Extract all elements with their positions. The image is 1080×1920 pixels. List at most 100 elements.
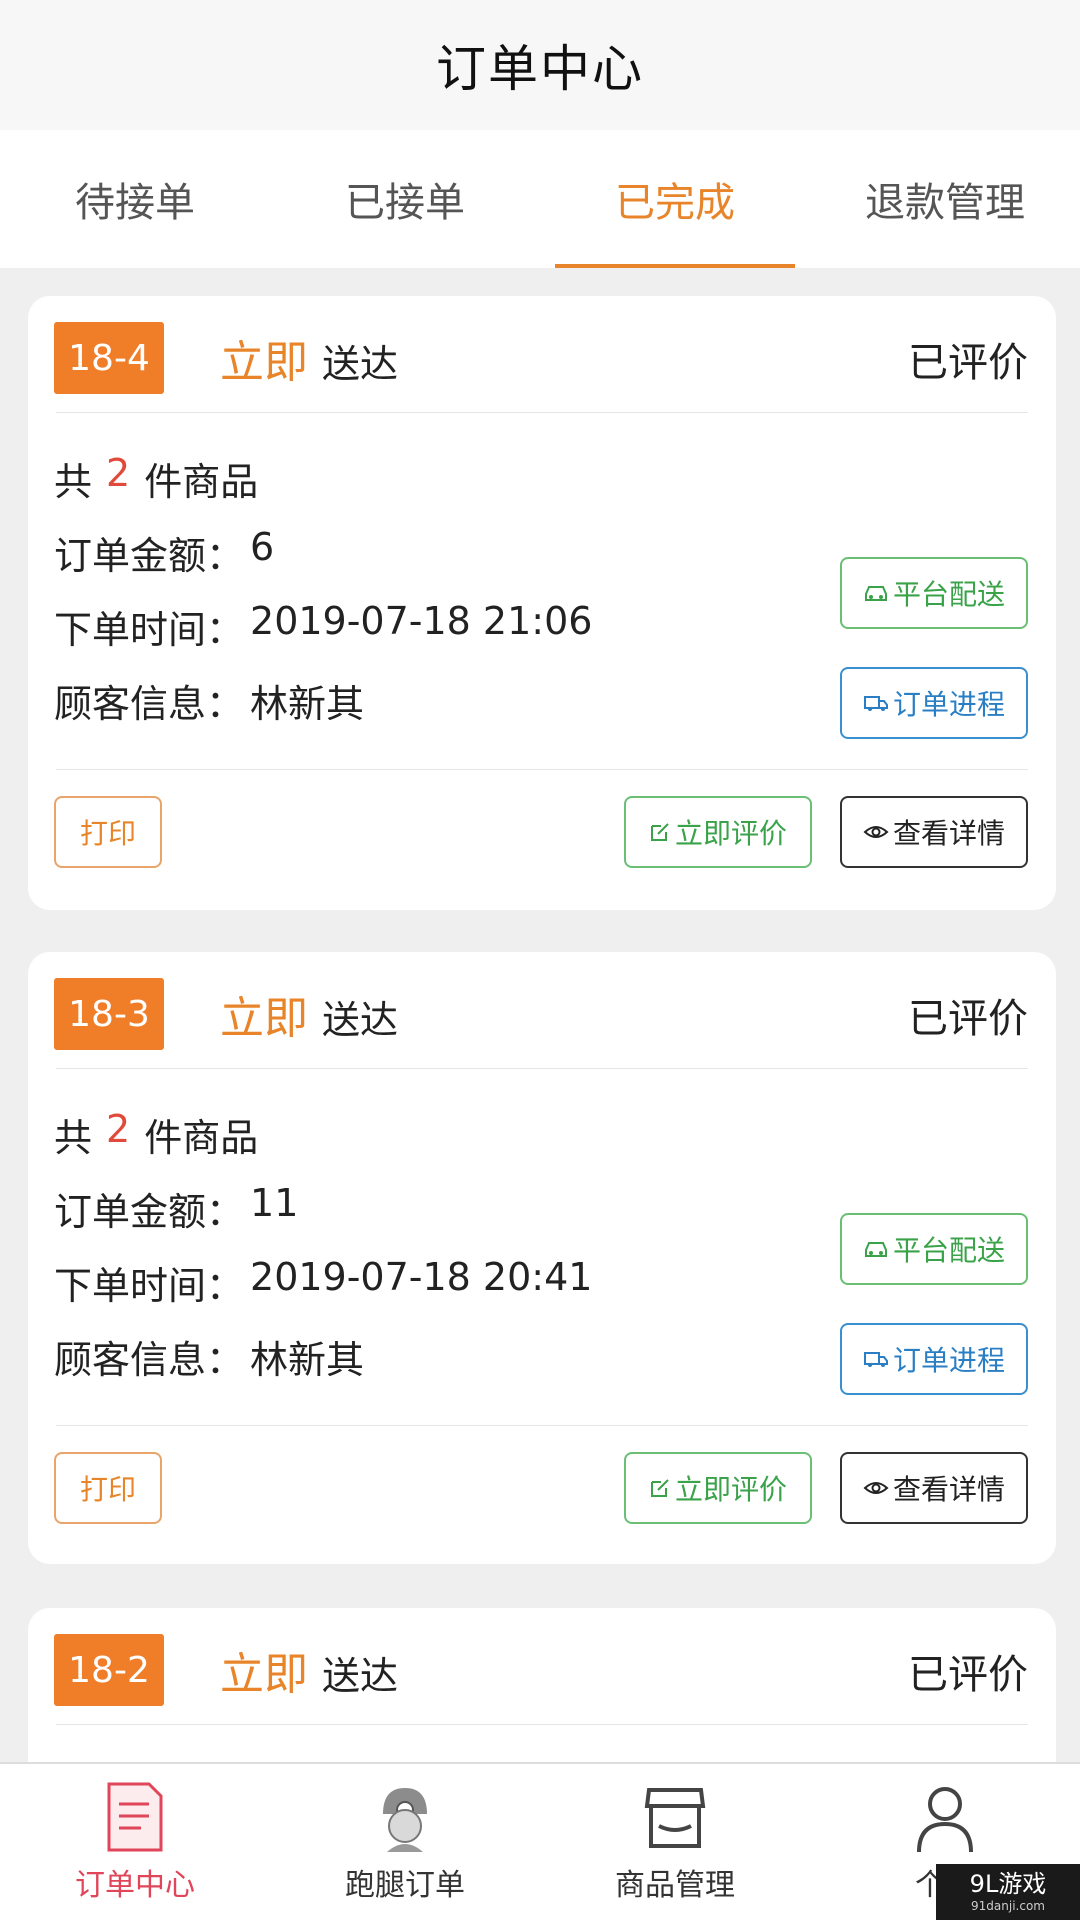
order-time: 下单时间： 2019-07-18 20:41 bbox=[54, 1255, 592, 1310]
tab-pending[interactable]: 待接单 bbox=[0, 130, 270, 268]
customer-info-label: 顾客信息： bbox=[54, 682, 245, 726]
car-icon bbox=[864, 1242, 887, 1257]
customer-info: 顾客信息： 林新其 bbox=[54, 673, 364, 728]
person-icon bbox=[917, 1787, 973, 1853]
item-count-suffix: 件商品 bbox=[144, 1116, 259, 1160]
view-detail-button[interactable]: 查看详情 bbox=[840, 1452, 1028, 1524]
edit-icon bbox=[650, 1479, 669, 1497]
order-card-header: 18-3 立即 送达 已评价 bbox=[28, 952, 1056, 1068]
item-count-prefix: 共 bbox=[54, 460, 93, 504]
platform-delivery-button[interactable]: 平台配送 bbox=[840, 1213, 1028, 1285]
platform-delivery-label: 平台配送 bbox=[892, 1234, 1005, 1267]
delivery-type: 立即 送达 bbox=[220, 1638, 398, 1702]
title-bar: 订单中心 bbox=[0, 0, 1080, 130]
item-count-value: 2 bbox=[106, 451, 131, 495]
order-card: 18-4 立即 送达 已评价 共 2 件商品 订单金额： 6 下单时间： 201… bbox=[28, 296, 1056, 910]
platform-delivery-button[interactable]: 平台配送 bbox=[840, 557, 1028, 629]
customer-info-label: 顾客信息： bbox=[54, 1338, 245, 1382]
order-time-value: 2019-07-18 21:06 bbox=[250, 599, 593, 643]
delivery-highlight: 立即 bbox=[220, 993, 308, 1044]
delivery-text: 送达 bbox=[322, 342, 399, 386]
order-status: 已评价 bbox=[908, 996, 1028, 1042]
order-progress-button[interactable]: 订单进程 bbox=[840, 1323, 1028, 1395]
order-actions: 打印 立即评价 查看详情 bbox=[28, 1426, 1056, 1564]
nav-product-management[interactable]: 商品管理 bbox=[540, 1764, 810, 1920]
delivery-type: 立即 送达 bbox=[220, 982, 398, 1046]
view-detail-label: 查看详情 bbox=[892, 1473, 1005, 1506]
eye-icon bbox=[863, 826, 889, 838]
courier-avatar-icon bbox=[383, 1788, 427, 1852]
customer-info: 顾客信息： 林新其 bbox=[54, 1329, 364, 1384]
order-info: 共 2 件商品 订单金额： 6 下单时间： 2019-07-18 21:06 顾… bbox=[28, 413, 1056, 769]
delivery-highlight: 立即 bbox=[220, 337, 308, 388]
review-label: 立即评价 bbox=[674, 1473, 787, 1506]
delivery-highlight: 立即 bbox=[220, 1649, 308, 1700]
order-amount-value: 11 bbox=[250, 1181, 299, 1225]
order-time: 下单时间： 2019-07-18 21:06 bbox=[54, 599, 592, 654]
print-button[interactable]: 打印 bbox=[54, 796, 162, 868]
order-number-badge: 18-2 bbox=[54, 1634, 164, 1706]
nav-order-center-label: 订单中心 bbox=[75, 1868, 195, 1903]
order-status-tabs: 待接单 已接单 已完成 退款管理 bbox=[0, 130, 1080, 268]
order-amount-label: 订单金额： bbox=[54, 534, 245, 578]
order-status: 已评价 bbox=[908, 340, 1028, 386]
review-button[interactable]: 立即评价 bbox=[624, 1452, 812, 1524]
order-time-value: 2019-07-18 20:41 bbox=[250, 1255, 593, 1299]
bottom-nav: 订单中心 跑腿订单 商品管理 个人 bbox=[0, 1762, 1080, 1920]
item-count-value: 2 bbox=[106, 1107, 131, 1151]
order-time-label: 下单时间： bbox=[54, 1264, 245, 1308]
order-number-badge: 18-4 bbox=[54, 322, 164, 394]
order-card: 18-3 立即 送达 已评价 共 2 件商品 订单金额： 11 下单时间： 20… bbox=[28, 952, 1056, 1564]
order-amount-label: 订单金额： bbox=[54, 1190, 245, 1234]
review-button[interactable]: 立即评价 bbox=[624, 796, 812, 868]
order-amount-value: 6 bbox=[250, 525, 275, 569]
item-count: 共 2 件商品 bbox=[54, 451, 258, 506]
document-icon bbox=[107, 1782, 163, 1852]
nav-order-center[interactable]: 订单中心 bbox=[0, 1764, 270, 1920]
car-icon bbox=[864, 586, 887, 601]
item-count-prefix: 共 bbox=[54, 1116, 93, 1160]
nav-errand-orders[interactable]: 跑腿订单 bbox=[270, 1764, 540, 1920]
order-number-badge: 18-3 bbox=[54, 978, 164, 1050]
tab-accepted[interactable]: 已接单 bbox=[270, 130, 540, 268]
store-icon bbox=[644, 1788, 706, 1848]
tab-completed[interactable]: 已完成 bbox=[540, 130, 810, 268]
tab-refund[interactable]: 退款管理 bbox=[810, 130, 1080, 268]
customer-name: 林新其 bbox=[250, 682, 365, 726]
watermark-url: 91danji.com bbox=[971, 1899, 1045, 1913]
nav-errand-orders-label: 跑腿订单 bbox=[345, 1868, 465, 1903]
order-card-header: 18-2 立即 送达 已评价 bbox=[28, 1608, 1056, 1724]
delivery-text: 送达 bbox=[322, 1654, 399, 1698]
divider bbox=[56, 1724, 1028, 1725]
delivery-type: 立即 送达 bbox=[220, 326, 398, 390]
order-progress-label: 订单进程 bbox=[892, 688, 1005, 721]
watermark: 9L游戏 91danji.com bbox=[936, 1864, 1080, 1920]
order-progress-label: 订单进程 bbox=[892, 1344, 1005, 1377]
item-count-suffix: 件商品 bbox=[144, 460, 259, 504]
platform-delivery-label: 平台配送 bbox=[892, 578, 1005, 611]
truck-icon bbox=[863, 696, 888, 711]
item-count: 共 2 件商品 bbox=[54, 1107, 258, 1162]
order-status: 已评价 bbox=[908, 1652, 1028, 1698]
order-time-label: 下单时间： bbox=[54, 608, 245, 652]
edit-icon bbox=[650, 823, 669, 841]
watermark-text: 9L游戏 bbox=[969, 1870, 1047, 1898]
view-detail-button[interactable]: 查看详情 bbox=[840, 796, 1028, 868]
review-label: 立即评价 bbox=[674, 817, 787, 850]
truck-icon bbox=[863, 1352, 888, 1367]
order-info: 共 2 件商品 订单金额： 11 下单时间： 2019-07-18 20:41 … bbox=[28, 1069, 1056, 1425]
view-detail-label: 查看详情 bbox=[892, 817, 1005, 850]
customer-name: 林新其 bbox=[250, 1338, 365, 1382]
order-amount: 订单金额： 11 bbox=[54, 1181, 298, 1236]
page-title: 订单中心 bbox=[436, 40, 644, 98]
eye-icon bbox=[863, 1482, 889, 1494]
delivery-text: 送达 bbox=[322, 998, 399, 1042]
order-amount: 订单金额： 6 bbox=[54, 525, 274, 580]
print-label: 打印 bbox=[79, 1473, 136, 1506]
order-progress-button[interactable]: 订单进程 bbox=[840, 667, 1028, 739]
order-actions: 打印 立即评价 查看详情 bbox=[28, 770, 1056, 908]
print-label: 打印 bbox=[79, 817, 136, 850]
nav-product-management-label: 商品管理 bbox=[615, 1868, 735, 1903]
print-button[interactable]: 打印 bbox=[54, 1452, 162, 1524]
order-card-header: 18-4 立即 送达 已评价 bbox=[28, 296, 1056, 412]
